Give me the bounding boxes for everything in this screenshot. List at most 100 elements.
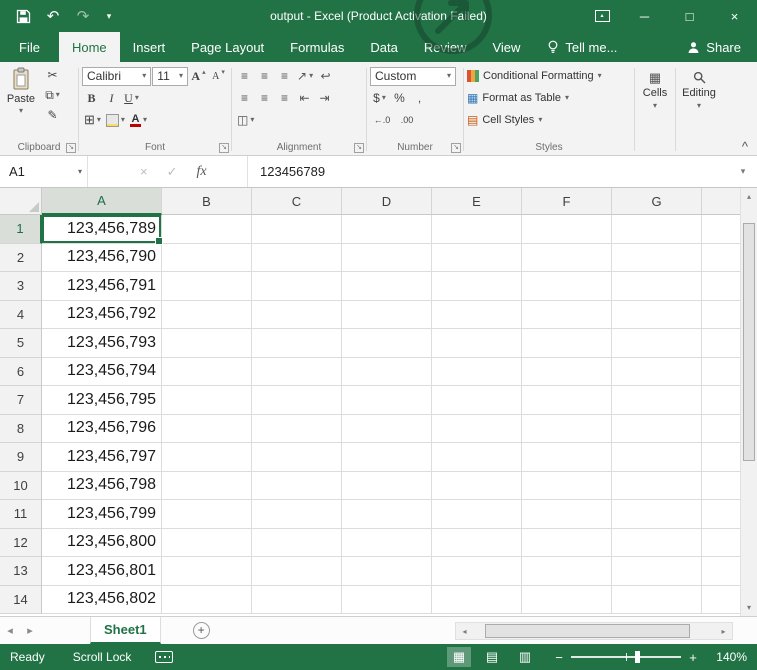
cell-2-partial[interactable] xyxy=(702,243,740,272)
cells-group-button[interactable]: ▦ Cells ▾ xyxy=(635,64,675,155)
cell-E9[interactable] xyxy=(432,443,522,472)
format-painter-button[interactable]: ✎ xyxy=(43,105,62,125)
number-format-select[interactable]: Custom ▾ xyxy=(370,66,456,86)
cell-G6[interactable] xyxy=(612,357,702,386)
cell-D2[interactable] xyxy=(342,243,432,272)
row-header-2[interactable]: 2 xyxy=(0,243,42,272)
cell-9-partial[interactable] xyxy=(702,443,740,472)
cell-B10[interactable] xyxy=(162,471,252,500)
vertical-scroll-thumb[interactable] xyxy=(743,223,755,461)
cell-E4[interactable] xyxy=(432,300,522,329)
cell-B4[interactable] xyxy=(162,300,252,329)
cell-13-partial[interactable] xyxy=(702,557,740,586)
row-header-1[interactable]: 1 xyxy=(0,215,42,244)
cut-button[interactable]: ✂ xyxy=(43,65,62,85)
row-header-12[interactable]: 12 xyxy=(0,528,42,557)
row-header-5[interactable]: 5 xyxy=(0,329,42,358)
cell-3-partial[interactable] xyxy=(702,272,740,301)
cell-D8[interactable] xyxy=(342,414,432,443)
cell-E6[interactable] xyxy=(432,357,522,386)
cell-E7[interactable] xyxy=(432,386,522,415)
merge-center-button[interactable]: ◫ ▾ xyxy=(235,110,256,130)
cell-A14[interactable]: 123,456,802 xyxy=(42,585,162,614)
align-left-button[interactable]: ≡ xyxy=(235,88,254,108)
cell-G11[interactable] xyxy=(612,500,702,529)
cell-B6[interactable] xyxy=(162,357,252,386)
horizontal-scrollbar[interactable]: ◂ ▸ xyxy=(455,622,733,640)
cell-1-partial[interactable] xyxy=(702,215,740,244)
cell-E8[interactable] xyxy=(432,414,522,443)
zoom-in-button[interactable]: + xyxy=(685,650,701,665)
cell-F12[interactable] xyxy=(522,528,612,557)
orientation-button[interactable]: ↗ ▾ xyxy=(295,66,315,86)
scroll-up-button[interactable]: ▴ xyxy=(741,188,757,205)
horizontal-scroll-track[interactable] xyxy=(473,623,715,639)
cell-E5[interactable] xyxy=(432,329,522,358)
font-color-button[interactable]: A ▾ xyxy=(128,110,149,130)
cell-B7[interactable] xyxy=(162,386,252,415)
cell-6-partial[interactable] xyxy=(702,357,740,386)
decrease-font-button[interactable]: A ▾ xyxy=(209,66,228,86)
column-header-C[interactable]: C xyxy=(252,188,342,215)
zoom-percentage[interactable]: 140% xyxy=(711,650,747,664)
enter-button[interactable]: ✓ xyxy=(167,164,178,180)
borders-button[interactable]: ⊞ ▾ xyxy=(82,110,103,130)
cell-10-partial[interactable] xyxy=(702,471,740,500)
cell-E11[interactable] xyxy=(432,500,522,529)
column-header-B[interactable]: B xyxy=(162,188,252,215)
tab-view[interactable]: View xyxy=(479,32,533,62)
cell-C6[interactable] xyxy=(252,357,342,386)
new-sheet-button[interactable]: + xyxy=(192,622,210,639)
cell-A7[interactable]: 123,456,795 xyxy=(42,386,162,415)
cell-11-partial[interactable] xyxy=(702,500,740,529)
view-page-break-button[interactable]: ▥ xyxy=(513,647,537,667)
cell-G3[interactable] xyxy=(612,272,702,301)
scroll-right-button[interactable]: ▸ xyxy=(715,623,732,640)
tab-home[interactable]: Home xyxy=(58,32,120,62)
customize-qat-button[interactable]: ▾ xyxy=(102,4,116,28)
cell-C3[interactable] xyxy=(252,272,342,301)
cell-A8[interactable]: 123,456,796 xyxy=(42,414,162,443)
tab-page-layout[interactable]: Page Layout xyxy=(178,32,277,62)
minimize-button[interactable]: ─ xyxy=(622,0,667,32)
vertical-scroll-track[interactable] xyxy=(741,205,757,599)
decrease-decimal-button[interactable]: .00 xyxy=(395,110,419,130)
cell-B8[interactable] xyxy=(162,414,252,443)
cell-E14[interactable] xyxy=(432,585,522,614)
cell-G12[interactable] xyxy=(612,528,702,557)
cell-G14[interactable] xyxy=(612,585,702,614)
cell-C2[interactable] xyxy=(252,243,342,272)
cell-B9[interactable] xyxy=(162,443,252,472)
zoom-out-button[interactable]: − xyxy=(551,650,567,665)
wrap-text-button[interactable]: ↩ xyxy=(316,66,335,86)
align-right-button[interactable]: ≡ xyxy=(275,88,294,108)
cell-B13[interactable] xyxy=(162,557,252,586)
cell-C9[interactable] xyxy=(252,443,342,472)
zoom-slider[interactable] xyxy=(571,647,681,667)
cell-F6[interactable] xyxy=(522,357,612,386)
editing-group-button[interactable]: Editing ▾ xyxy=(676,64,722,155)
cell-G10[interactable] xyxy=(612,471,702,500)
cell-F1[interactable] xyxy=(522,215,612,244)
increase-font-button[interactable]: A ▴ xyxy=(189,66,208,86)
undo-button[interactable]: ↶ xyxy=(42,4,64,28)
cell-D5[interactable] xyxy=(342,329,432,358)
column-header-G[interactable]: G xyxy=(612,188,702,215)
name-box[interactable]: A1 ▾ xyxy=(0,156,88,187)
save-button[interactable] xyxy=(12,4,34,28)
tell-me-button[interactable]: Tell me... xyxy=(547,32,617,62)
row-header-4[interactable]: 4 xyxy=(0,300,42,329)
cell-B2[interactable] xyxy=(162,243,252,272)
cell-D13[interactable] xyxy=(342,557,432,586)
cell-7-partial[interactable] xyxy=(702,386,740,415)
sheet-tab-sheet1[interactable]: Sheet1 xyxy=(90,617,161,644)
cell-C1[interactable] xyxy=(252,215,342,244)
row-header-8[interactable]: 8 xyxy=(0,414,42,443)
cell-C4[interactable] xyxy=(252,300,342,329)
row-header-7[interactable]: 7 xyxy=(0,386,42,415)
font-dialog-launcher[interactable]: ↘ xyxy=(219,143,229,153)
tab-formulas[interactable]: Formulas xyxy=(277,32,357,62)
row-header-10[interactable]: 10 xyxy=(0,471,42,500)
maximize-button[interactable]: □ xyxy=(667,0,712,32)
cell-D6[interactable] xyxy=(342,357,432,386)
